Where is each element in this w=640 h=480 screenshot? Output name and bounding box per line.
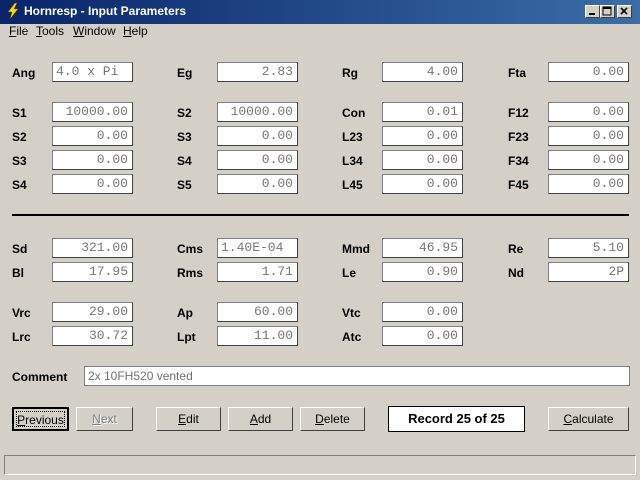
label-s2: S2 [12,130,27,144]
field-l34[interactable]: 0.00 [382,150,463,170]
field-vrc[interactable]: 29.00 [52,302,133,322]
label-s5-end: S5 [177,178,192,192]
label-f45: F45 [508,178,529,192]
label-ap: Ap [177,306,193,320]
field-eg[interactable]: 2.83 [217,62,298,82]
field-f12[interactable]: 0.00 [548,102,629,122]
field-fta[interactable]: 0.00 [548,62,629,82]
label-cms: Cms [177,242,204,256]
field-f34[interactable]: 0.00 [548,150,629,170]
field-re[interactable]: 5.10 [548,238,629,258]
label-s3: S3 [12,154,27,168]
label-l34: L34 [342,154,363,168]
label-re: Re [508,242,524,256]
field-ap[interactable]: 60.00 [217,302,298,322]
label-l45: L45 [342,178,363,192]
label-con: Con [342,106,366,120]
label-eg: Eg [177,66,193,80]
maximize-button[interactable] [600,5,615,18]
label-s4-end: S4 [177,154,192,168]
label-f23: F23 [508,130,529,144]
field-s1[interactable]: 10000.00 [52,102,133,122]
field-le[interactable]: 0.90 [382,262,463,282]
maximize-icon [602,6,612,16]
menu-file[interactable]: File [9,24,28,38]
field-s4[interactable]: 0.00 [52,174,133,194]
add-button[interactable]: Add [228,407,293,431]
field-s3[interactable]: 0.00 [52,150,133,170]
title-bar[interactable]: Hornresp - Input Parameters [0,0,640,24]
field-s4-end[interactable]: 0.00 [217,150,298,170]
field-bl[interactable]: 17.95 [52,262,133,282]
field-f45[interactable]: 0.00 [548,174,629,194]
window-title: Hornresp - Input Parameters [24,4,187,18]
label-atc: Atc [342,330,362,344]
label-vtc: Vtc [342,306,361,320]
label-sd: Sd [12,242,28,256]
label-s2-end: S2 [177,106,192,120]
field-ang[interactable]: 4.0 x Pi [52,62,133,82]
field-s2[interactable]: 0.00 [52,126,133,146]
status-bar [4,455,636,475]
label-l23: L23 [342,130,363,144]
label-rms: Rms [177,266,204,280]
field-lrc[interactable]: 30.72 [52,326,133,346]
label-f34: F34 [508,154,529,168]
field-vtc[interactable]: 0.00 [382,302,463,322]
field-l23[interactable]: 0.00 [382,126,463,146]
field-con[interactable]: 0.01 [382,102,463,122]
label-fta: Fta [508,66,526,80]
menu-help[interactable]: Help [123,24,148,38]
menu-window[interactable]: Window [73,24,116,38]
field-nd[interactable]: 2P [548,262,629,282]
label-lpt: Lpt [177,330,196,344]
field-atc[interactable]: 0.00 [382,326,463,346]
record-indicator: Record 25 of 25 [388,406,525,432]
menu-tools[interactable]: Tools [36,24,64,38]
edit-button[interactable]: Edit [156,407,221,431]
close-icon [620,7,628,15]
hornresp-window: Hornresp - Input Parameters File Tools W… [0,0,640,480]
label-ang: Ang [12,66,36,80]
label-bl: Bl [12,266,24,280]
label-comment: Comment [12,370,68,384]
comment-field[interactable]: 2x 10FH520 vented [84,366,630,386]
field-cms[interactable]: 1.40E-04 [217,238,298,258]
field-s2-end[interactable]: 10000.00 [217,102,298,122]
label-s1: S1 [12,106,27,120]
label-nd: Nd [508,266,524,280]
label-le: Le [342,266,357,280]
label-lrc: Lrc [12,330,31,344]
minimize-icon [589,13,595,15]
delete-button[interactable]: Delete [300,407,365,431]
field-f23[interactable]: 0.00 [548,126,629,146]
close-button[interactable] [617,5,632,18]
label-mmd: Mmd [342,242,370,256]
field-s3-end[interactable]: 0.00 [217,126,298,146]
menu-bar: File Tools Window Help [0,22,640,42]
lightning-bolt-icon [7,3,19,19]
minimize-button[interactable] [585,5,600,18]
label-rg: Rg [342,66,358,80]
label-f12: F12 [508,106,529,120]
calculate-button[interactable]: Calculate [548,407,629,431]
label-vrc: Vrc [12,306,31,320]
previous-button[interactable]: Previous [12,407,69,431]
section-divider [12,214,629,216]
field-rms[interactable]: 1.71 [217,262,298,282]
field-rg[interactable]: 4.00 [382,62,463,82]
label-s4: S4 [12,178,27,192]
label-s3-end: S3 [177,130,192,144]
field-lpt[interactable]: 11.00 [217,326,298,346]
field-sd[interactable]: 321.00 [52,238,133,258]
field-l45[interactable]: 0.00 [382,174,463,194]
field-mmd[interactable]: 46.95 [382,238,463,258]
next-button[interactable]: Next [76,407,133,431]
field-s5-end[interactable]: 0.00 [217,174,298,194]
